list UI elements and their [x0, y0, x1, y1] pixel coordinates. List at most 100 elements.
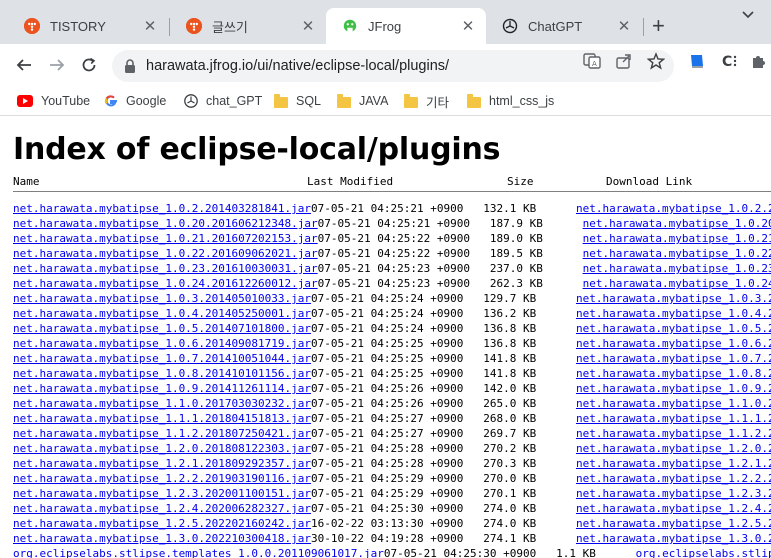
- download-link[interactable]: net.harawata.mybatipse_1.1.0.20170303023…: [576, 397, 771, 410]
- file-name-link[interactable]: net.harawata.mybatipse_1.2.4.20200628232…: [13, 502, 311, 515]
- extensions-puzzle-icon[interactable]: [750, 52, 768, 70]
- column-gap: [543, 247, 583, 260]
- file-name-link[interactable]: net.harawata.mybatipse_1.0.21.2016072021…: [13, 232, 318, 245]
- file-name-link[interactable]: net.harawata.mybatipse_1.0.3.20140501003…: [13, 292, 311, 305]
- column-gap: [536, 412, 576, 425]
- bookmark-folder-html-css-js[interactable]: html_css_js: [467, 91, 554, 111]
- file-name-link[interactable]: net.harawata.mybatipse_1.0.2.20140328184…: [13, 202, 311, 215]
- file-size: 270.2 KB: [483, 442, 537, 455]
- close-icon[interactable]: ✕: [616, 17, 632, 35]
- download-link[interactable]: net.harawata.mybatipse_1.2.5.20220216024…: [576, 517, 771, 530]
- download-link[interactable]: net.harawata.mybatipse_1.0.24.2016122600…: [583, 277, 771, 290]
- file-date: 30-10-22 04:19:28 +0900: [311, 532, 464, 545]
- extension-icon[interactable]: [688, 52, 706, 70]
- file-listing: net.harawata.mybatipse_1.0.2.20140328184…: [13, 201, 771, 558]
- tab-search-chevron-icon[interactable]: [741, 6, 755, 22]
- column-gap: [536, 292, 576, 305]
- download-link[interactable]: net.harawata.mybatipse_1.2.3.20200110015…: [576, 487, 771, 500]
- extension-c-icon[interactable]: C: [720, 52, 738, 70]
- reload-button[interactable]: [77, 53, 101, 77]
- file-name-link[interactable]: net.harawata.mybatipse_1.0.7.20141005104…: [13, 352, 311, 365]
- file-name-link[interactable]: net.harawata.mybatipse_1.0.24.2016122600…: [13, 277, 318, 290]
- file-name-link[interactable]: net.harawata.mybatipse_1.0.6.20140908171…: [13, 337, 311, 350]
- download-link[interactable]: net.harawata.mybatipse_1.0.4.20140525000…: [576, 307, 771, 320]
- translate-icon[interactable]: A: [583, 52, 601, 70]
- column-gap: [536, 397, 576, 410]
- bookmark-folder-sql[interactable]: SQL: [274, 91, 321, 111]
- tab-jfrog[interactable]: JFrog ✕: [326, 8, 486, 44]
- column-gap: [463, 412, 483, 425]
- download-link[interactable]: net.harawata.mybatipse_1.0.8.20141010115…: [576, 367, 771, 380]
- download-link[interactable]: net.harawata.mybatipse_1.2.0.20180812230…: [576, 442, 771, 455]
- download-link[interactable]: net.harawata.mybatipse_1.2.2.20190319011…: [576, 472, 771, 485]
- close-icon[interactable]: ✕: [460, 17, 476, 35]
- file-name-link[interactable]: org.eclipselabs.stlipse.templates_1.0.0.…: [13, 547, 384, 558]
- bookmark-chat-gpt[interactable]: chat_GPT: [184, 91, 262, 111]
- new-tab-button[interactable]: +: [652, 14, 665, 38]
- jfrog-icon: [342, 18, 358, 34]
- lock-icon[interactable]: [124, 59, 136, 73]
- file-name-link[interactable]: net.harawata.mybatipse_1.3.0.20221030041…: [13, 532, 311, 545]
- file-name-link[interactable]: net.harawata.mybatipse_1.1.1.20180415181…: [13, 412, 311, 425]
- download-link[interactable]: net.harawata.mybatipse_1.3.0.20221030041…: [576, 532, 771, 545]
- file-date: 07-05-21 04:25:21 +0900: [317, 217, 470, 230]
- file-date: 07-05-21 04:25:21 +0900: [311, 202, 464, 215]
- share-icon[interactable]: [615, 52, 633, 70]
- file-name-link[interactable]: net.harawata.mybatipse_1.2.3.20200110015…: [13, 487, 311, 500]
- column-gap: [543, 277, 583, 290]
- tistory-icon: [24, 18, 40, 34]
- close-icon[interactable]: ✕: [142, 17, 158, 35]
- file-name-link[interactable]: net.harawata.mybatipse_1.1.0.20170303023…: [13, 397, 311, 410]
- download-link[interactable]: net.harawata.mybatipse_1.2.4.20200628232…: [576, 502, 771, 515]
- download-link[interactable]: net.harawata.mybatipse_1.0.9.20141126111…: [576, 382, 771, 395]
- folder-icon: [404, 93, 418, 108]
- download-link[interactable]: net.harawata.mybatipse_1.0.23.2016100300…: [583, 262, 771, 275]
- download-link[interactable]: net.harawata.mybatipse_1.0.6.20140908171…: [576, 337, 771, 350]
- bookmark-google[interactable]: Google: [104, 91, 166, 111]
- file-row: net.harawata.mybatipse_1.3.0.20221030041…: [13, 531, 771, 546]
- file-row: net.harawata.mybatipse_1.2.4.20200628232…: [13, 501, 771, 516]
- file-size: 187.9 KB: [489, 217, 543, 230]
- file-name-link[interactable]: net.harawata.mybatipse_1.2.2.20190319011…: [13, 472, 311, 485]
- bookmark-youtube[interactable]: YouTube: [17, 91, 90, 111]
- download-link[interactable]: net.harawata.mybatipse_1.1.1.20180415181…: [576, 412, 771, 425]
- file-name-link[interactable]: net.harawata.mybatipse_1.0.4.20140525000…: [13, 307, 311, 320]
- file-name-link[interactable]: net.harawata.mybatipse_1.2.1.20180929235…: [13, 457, 311, 470]
- download-link[interactable]: org.eclipselabs.stlipse.templates_1.0.0.…: [636, 547, 771, 558]
- download-link[interactable]: net.harawata.mybatipse_1.0.7.20141005104…: [576, 352, 771, 365]
- column-gap: [536, 427, 576, 440]
- bookmark-folder-java[interactable]: JAVA: [337, 91, 388, 111]
- chatgpt-icon: [184, 94, 198, 108]
- forward-button[interactable]: [45, 53, 69, 77]
- tab-tistory[interactable]: TISTORY ✕: [8, 8, 168, 44]
- bookmark-star-icon[interactable]: [647, 52, 665, 70]
- download-link[interactable]: net.harawata.mybatipse_1.0.20.2016062123…: [583, 217, 771, 230]
- file-name-link[interactable]: net.harawata.mybatipse_1.0.22.2016090620…: [13, 247, 318, 260]
- tab-chatgpt[interactable]: ChatGPT ✕: [486, 8, 642, 44]
- file-name-link[interactable]: net.harawata.mybatipse_1.0.5.20140710180…: [13, 322, 311, 335]
- download-link[interactable]: net.harawata.mybatipse_1.0.3.20140501003…: [576, 292, 771, 305]
- file-row: net.harawata.mybatipse_1.0.3.20140501003…: [13, 291, 771, 306]
- tab-write[interactable]: 글쓰기 ✕: [170, 8, 326, 44]
- close-icon[interactable]: ✕: [300, 17, 316, 35]
- file-row: net.harawata.mybatipse_1.1.1.20180415181…: [13, 411, 771, 426]
- file-row: net.harawata.mybatipse_1.0.8.20141010115…: [13, 366, 771, 381]
- back-button[interactable]: [12, 53, 36, 77]
- file-name-link[interactable]: net.harawata.mybatipse_1.2.5.20220216024…: [13, 517, 311, 530]
- download-link[interactable]: net.harawata.mybatipse_1.0.2.20140328184…: [576, 202, 771, 215]
- download-link[interactable]: net.harawata.mybatipse_1.0.22.2016090620…: [583, 247, 771, 260]
- file-name-link[interactable]: net.harawata.mybatipse_1.1.2.20180725042…: [13, 427, 311, 440]
- column-gap: [463, 322, 483, 335]
- column-gap: [536, 322, 576, 335]
- file-name-link[interactable]: net.harawata.mybatipse_1.0.8.20141010115…: [13, 367, 311, 380]
- file-name-link[interactable]: net.harawata.mybatipse_1.0.23.2016100300…: [13, 262, 318, 275]
- file-name-link[interactable]: net.harawata.mybatipse_1.0.20.2016062123…: [13, 217, 318, 230]
- file-name-link[interactable]: net.harawata.mybatipse_1.2.0.20180812230…: [13, 442, 311, 455]
- download-link[interactable]: net.harawata.mybatipse_1.0.5.20140710180…: [576, 322, 771, 335]
- download-link[interactable]: net.harawata.mybatipse_1.0.21.2016072021…: [583, 232, 771, 245]
- file-name-link[interactable]: net.harawata.mybatipse_1.0.9.20141126111…: [13, 382, 311, 395]
- download-link[interactable]: net.harawata.mybatipse_1.2.1.20180929235…: [576, 457, 771, 470]
- column-gap: [536, 472, 576, 485]
- download-link[interactable]: net.harawata.mybatipse_1.1.2.20180725042…: [576, 427, 771, 440]
- bookmark-folder-etc[interactable]: 기타: [404, 91, 449, 111]
